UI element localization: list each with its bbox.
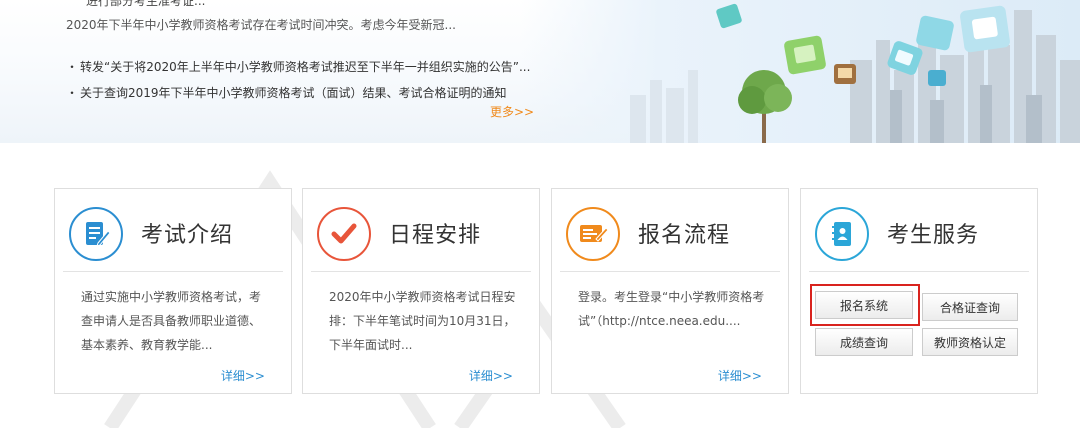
news-item-link[interactable]: 转发“关于将2020年上半年中小学教师资格考试推迟至下半年一并组织实施的公告”.… [80,60,530,74]
detail-link[interactable]: 详细>> [469,367,513,384]
news-item-link[interactable]: 关于查询2019年下半年中小学教师资格考试（面试）结果、考试合格证明的通知 [80,86,507,100]
news-list: ・转发“关于将2020年上半年中小学教师资格考试推迟至下半年一并组织实施的公告”… [66,54,530,106]
highlight-box [810,284,920,326]
city-skyline-illustration [630,3,1080,143]
divider [63,271,283,272]
news-summary[interactable]: 2020年下半年中小学教师资格考试存在考试时间冲突。考虑今年受新冠... [66,16,456,33]
detail-link[interactable]: 详细>> [718,367,762,384]
news-item[interactable]: ・转发“关于将2020年上半年中小学教师资格考试推迟至下半年一并组织实施的公告”… [66,54,530,80]
card-exam-intro: 考试介绍 通过实施中小学教师资格考试，考查申请人是否具备教师职业道德、基本素养、… [54,188,292,394]
card-title: 考生服务 [887,223,980,248]
card-title: 报名流程 [638,223,731,248]
card-title: 考试介绍 [141,223,234,248]
card-description: 2020年中小学教师资格考试日程安排：下半年笔试时间为10月31日，下半年面试时… [329,290,516,352]
divider [560,271,780,272]
detail-link[interactable]: 详细>> [221,367,265,384]
bullet: ・ [66,60,79,74]
teacher-qualification-button[interactable]: 教师资格认定 [922,328,1018,356]
card-title: 日程安排 [389,223,482,248]
divider [311,271,531,272]
certificate-query-button[interactable]: 合格证查询 [922,293,1018,321]
score-query-button[interactable]: 成绩查询 [815,328,913,356]
news-item[interactable]: ・关于查询2019年下半年中小学教师资格考试（面试）结果、考试合格证明的通知 [66,80,530,106]
checkmark-icon [317,207,371,261]
notebook-user-icon [815,207,869,261]
bullet: ・ [66,86,79,100]
card-registration-process: 报名流程 登录。考生登录“中小学教师资格考试”（http://ntce.neea… [551,188,789,394]
form-pencil-icon [566,207,620,261]
news-cut-line[interactable]: 进行部分考生准考证... [86,0,205,9]
document-edit-icon [69,207,123,261]
top-banner: 进行部分考生准考证... 2020年下半年中小学教师资格考试存在考试时间冲突。考… [0,0,1080,143]
divider [809,271,1029,272]
card-schedule: 日程安排 2020年中小学教师资格考试日程安排：下半年笔试时间为10月31日，下… [302,188,540,394]
card-description: 登录。考生登录“中小学教师资格考试”（http://ntce.neea.edu.… [578,290,765,328]
card-description: 通过实施中小学教师资格考试，考查申请人是否具备教师职业道德、基本素养、教育教学能… [81,290,262,352]
more-link[interactable]: 更多>> [490,103,534,120]
